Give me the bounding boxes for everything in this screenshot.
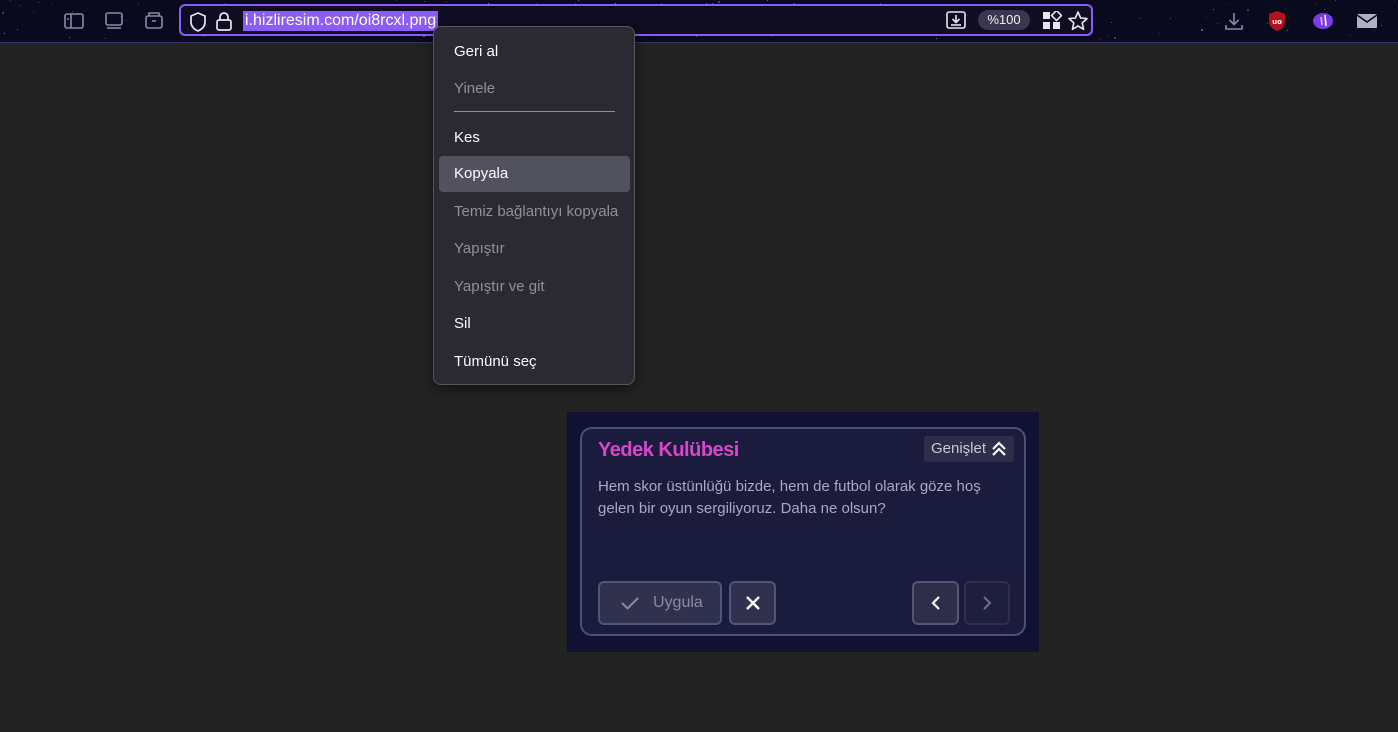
star-dot	[446, 1, 447, 2]
url-text[interactable]: i.hizliresim.com/oi8rcxl.png	[243, 11, 439, 31]
displayed-image: Yedek Kulübesi Genişlet Hem skor üstünlü…	[567, 412, 1039, 652]
star-dot	[424, 1, 425, 2]
chevron-right-icon	[983, 596, 992, 610]
grid-icon[interactable]	[1042, 9, 1063, 36]
star-dot	[1159, 33, 1160, 34]
star-dot	[52, 3, 53, 4]
double-chevron-up-icon	[990, 439, 1008, 464]
sidebar-icon[interactable]	[60, 7, 88, 35]
star-dot	[105, 38, 106, 39]
zoom-level-badge[interactable]: %100	[978, 10, 1030, 30]
container-icon[interactable]	[140, 7, 168, 35]
star-dot	[1394, 0, 1395, 1]
downloads-icon[interactable]	[1220, 7, 1248, 35]
star-dot	[33, 12, 34, 13]
star-dot	[718, 1, 720, 3]
menu-item-copy-clean-link[interactable]: Temiz bağlantıyı kopyala	[439, 194, 630, 230]
star-dot	[396, 0, 397, 1]
panel-title: Yedek Kulübesi	[598, 439, 739, 461]
next-button	[964, 581, 1010, 625]
star-dot	[1350, 35, 1351, 36]
check-icon	[620, 594, 640, 617]
star-dot	[772, 36, 773, 37]
star-dot	[1213, 9, 1214, 10]
apply-button: Uygula	[598, 581, 722, 625]
chevron-left-icon	[930, 596, 940, 610]
star-dot	[69, 37, 70, 38]
menu-item-redo[interactable]: Yinele	[439, 71, 630, 107]
url-bar[interactable]: i.hizliresim.com/oi8rcxl.png %100	[179, 4, 1093, 36]
star-dot	[4, 33, 5, 34]
panel-message: Hem skor üstünlüğü bizde, hem de futbol …	[598, 478, 981, 517]
star-dot	[1335, 0, 1336, 1]
star-dot	[1099, 39, 1100, 40]
star-dot	[2, 12, 4, 14]
menu-item-select-all[interactable]: Tümünü seç	[439, 344, 630, 380]
mail-icon[interactable]	[1353, 7, 1381, 35]
star-dot	[1114, 37, 1116, 39]
substitutes-panel: Yedek Kulübesi Genişlet Hem skor üstünlü…	[580, 427, 1026, 636]
menu-item-cut[interactable]: Kes	[439, 120, 630, 156]
star-dot	[138, 3, 139, 4]
menu-item-delete[interactable]: Sil	[439, 306, 630, 342]
menu-item-undo[interactable]: Geri al	[439, 34, 630, 70]
star-dot	[1170, 18, 1171, 19]
menu-separator	[454, 111, 615, 112]
expand-label: Genişlet	[931, 440, 987, 457]
bookmark-star-icon[interactable]	[1067, 10, 1089, 37]
previous-button	[912, 581, 959, 625]
star-dot	[1217, 23, 1218, 24]
page-download-icon[interactable]	[945, 10, 967, 35]
star-dot	[767, 0, 768, 1]
shield-icon[interactable]	[189, 12, 207, 37]
close-button	[729, 581, 776, 625]
star-dot	[1140, 18, 1141, 19]
expand-button: Genişlet	[924, 436, 1014, 462]
star-dot	[696, 36, 697, 37]
star-dot	[936, 38, 937, 39]
lock-icon[interactable]	[215, 11, 233, 36]
star-dot	[17, 29, 18, 30]
star-dot	[1111, 22, 1112, 23]
apply-label: Uygula	[653, 594, 703, 611]
ublock-icon[interactable]: uo	[1263, 7, 1291, 35]
star-dot	[578, 0, 579, 1]
star-dot	[1229, 3, 1230, 4]
star-dot	[38, 2, 39, 3]
star-dot	[1316, 3, 1317, 4]
star-dot	[1107, 35, 1108, 36]
menu-item-copy[interactable]: Kopyala	[439, 156, 630, 192]
menu-item-paste[interactable]: Yapıştır	[439, 231, 630, 267]
extension-icon[interactable]	[1309, 7, 1337, 35]
star-dot	[1206, 17, 1207, 18]
tab-overview-icon[interactable]	[100, 7, 128, 35]
close-icon	[745, 596, 760, 610]
star-dot	[20, 5, 21, 6]
star-dot	[1381, 25, 1382, 26]
context-menu: Geri al Yinele Kes Kopyala Temiz bağlant…	[433, 26, 635, 385]
menu-item-paste-and-go[interactable]: Yapıştır ve git	[439, 269, 630, 305]
star-dot	[1201, 29, 1203, 31]
star-dot	[10, 0, 11, 1]
browser-toolbar: i.hizliresim.com/oi8rcxl.png %100 uo	[0, 0, 1398, 43]
svg-text:uo: uo	[1272, 18, 1282, 26]
